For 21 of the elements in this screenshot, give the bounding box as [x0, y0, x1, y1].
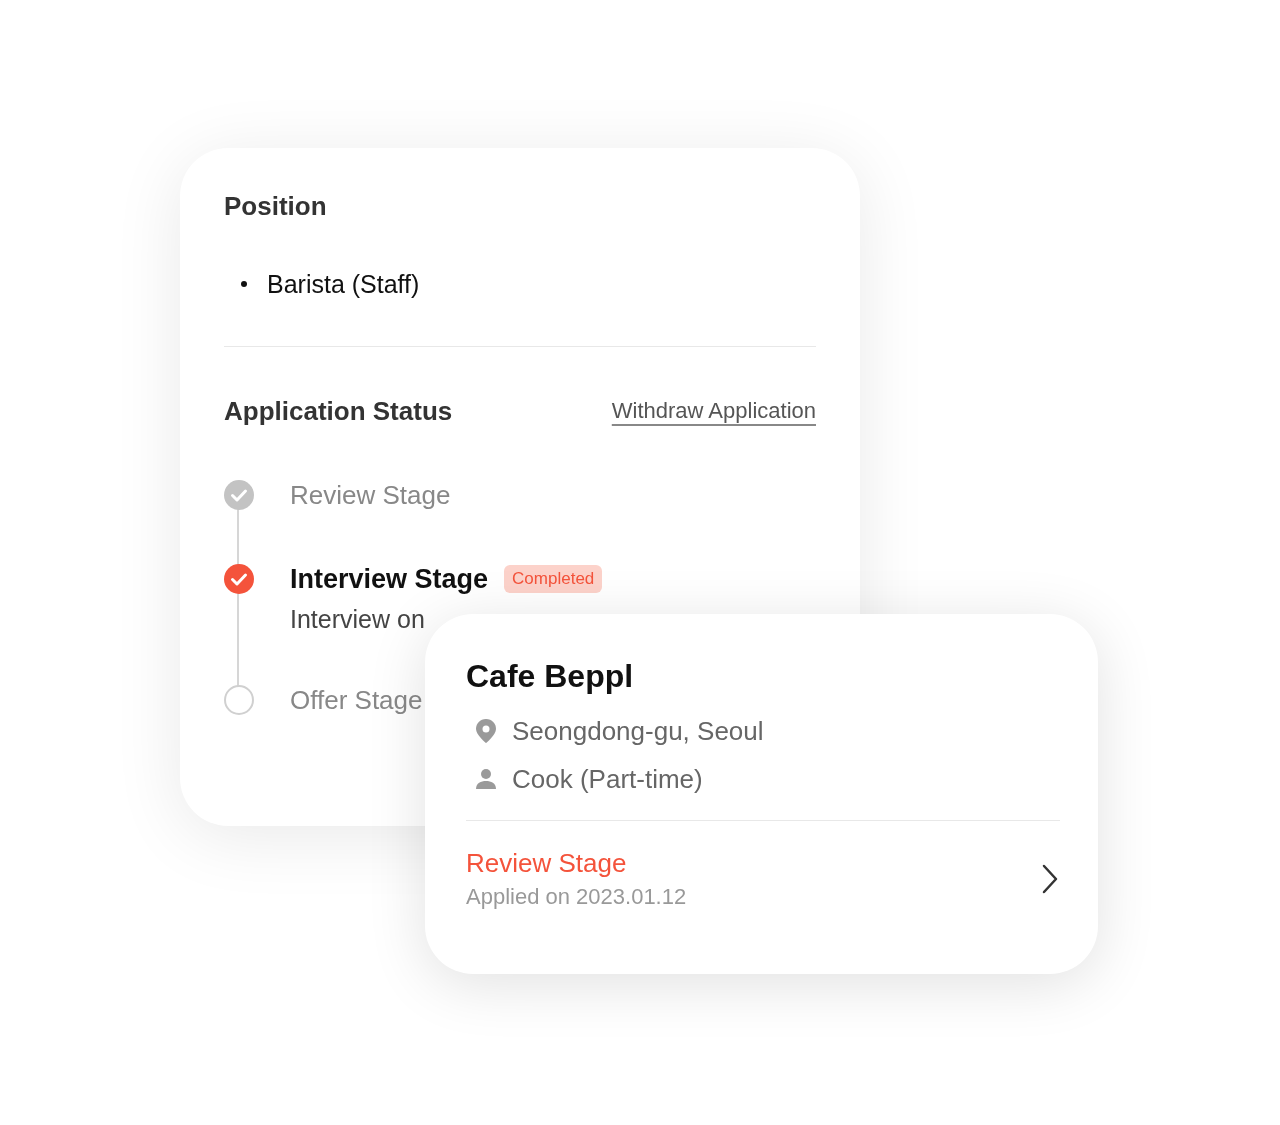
stage-label: Interview Stage	[290, 563, 489, 596]
job-detail: Seongdong-gu, Seoul	[512, 715, 764, 748]
location-pin-icon	[474, 718, 498, 744]
job-card[interactable]: Cafe Beppl Seongdong-gu, Seoul Cook (Part-time) Review Stage Applied on 2023.01.12	[425, 614, 1098, 974]
status-badge: Completed	[504, 565, 603, 593]
interview-detail: Interview on	[290, 605, 426, 634]
check-icon	[224, 564, 254, 594]
check-icon	[224, 480, 254, 510]
withdraw-link[interactable]: Withdraw Application	[611, 398, 816, 424]
position-item: Barista (Staff)	[267, 269, 420, 300]
stage-label: Review Stage	[290, 479, 451, 512]
section-title: Application Status	[224, 395, 453, 428]
job-detail: Cook (Part-time)	[512, 763, 703, 796]
applied-date: Applied on 2023.01.12	[466, 883, 687, 911]
chevron-right-icon[interactable]	[1040, 863, 1060, 895]
section-title: Position	[224, 190, 328, 223]
stage-label: Offer Stage	[290, 684, 423, 717]
stage-label: Review Stage	[466, 847, 628, 880]
bullet-icon	[241, 281, 247, 287]
person-icon	[474, 767, 498, 791]
company-name: Cafe Beppl	[466, 657, 635, 696]
